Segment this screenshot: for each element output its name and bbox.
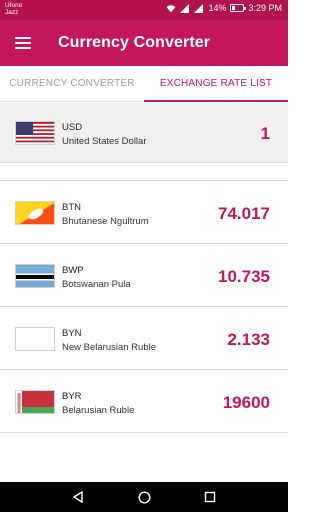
bhutan-flag-icon	[15, 201, 55, 225]
carrier-line-2: Jazz	[5, 9, 19, 16]
base-currency-row[interactable]: USD United States Dollar 1	[0, 103, 288, 163]
currency-value: 1	[260, 124, 270, 143]
wifi-icon	[166, 4, 176, 12]
list-divider	[0, 163, 288, 181]
list-item[interactable]: BYR Belarusian Ruble 19600	[0, 371, 288, 433]
currency-value: 19600	[222, 393, 270, 412]
list-item[interactable]: BYN New Belarusian Ruble 2.133	[0, 308, 288, 370]
battery-icon	[230, 4, 247, 12]
recents-square-icon[interactable]	[195, 482, 225, 512]
battery-percent: 14%	[208, 3, 227, 13]
currency-code: BYR	[62, 391, 82, 402]
hamburger-menu-icon[interactable]	[0, 20, 46, 66]
signal-icon-2	[194, 3, 204, 13]
currency-name: United States Dollar	[62, 136, 147, 147]
status-bar: Ufone Jazz 14% 3:29 PM	[0, 0, 288, 20]
signal-icon	[180, 3, 190, 13]
back-triangle-icon[interactable]	[63, 482, 93, 512]
carrier-label: Ufone Jazz	[5, 2, 22, 16]
currency-name: Belarusian Ruble	[62, 405, 135, 416]
belarus-flag-icon	[15, 390, 55, 414]
home-circle-icon[interactable]	[129, 482, 159, 512]
currency-value: 74.017	[218, 204, 270, 223]
currency-code: BYN	[62, 328, 82, 339]
currency-name: Botswanan Pula	[62, 279, 131, 290]
blank-flag-icon	[15, 327, 55, 351]
list-item[interactable]: BWP Botswanan Pula 10.735	[0, 245, 288, 307]
system-nav-bar	[0, 482, 288, 512]
tab-exchange-rate-list[interactable]: EXCHANGE RATE LIST	[144, 66, 288, 102]
botswana-flag-icon	[15, 264, 55, 288]
app-title: Currency Converter	[58, 34, 211, 51]
tab-bar: CURRENCY CONVERTER EXCHANGE RATE LIST	[0, 66, 288, 102]
list-item[interactable]: BTN Bhutanese Ngultrum 74.017	[0, 182, 288, 244]
currency-value: 2.133	[227, 330, 270, 349]
currency-name: New Belarusian Ruble	[62, 342, 156, 353]
currency-value: 10.735	[218, 267, 270, 286]
currency-code: BTN	[62, 202, 81, 213]
app-bar: Currency Converter	[0, 20, 288, 66]
clock: 3:29 PM	[248, 3, 282, 13]
currency-name: Bhutanese Ngultrum	[62, 216, 149, 227]
tab-currency-converter[interactable]: CURRENCY CONVERTER	[0, 66, 144, 101]
us-flag-icon	[15, 121, 55, 145]
currency-code: USD	[62, 122, 83, 133]
carrier-line-1: Ufone	[5, 2, 23, 9]
currency-code: BWP	[62, 265, 84, 276]
status-icons: 14% 3:29 PM	[166, 3, 282, 13]
